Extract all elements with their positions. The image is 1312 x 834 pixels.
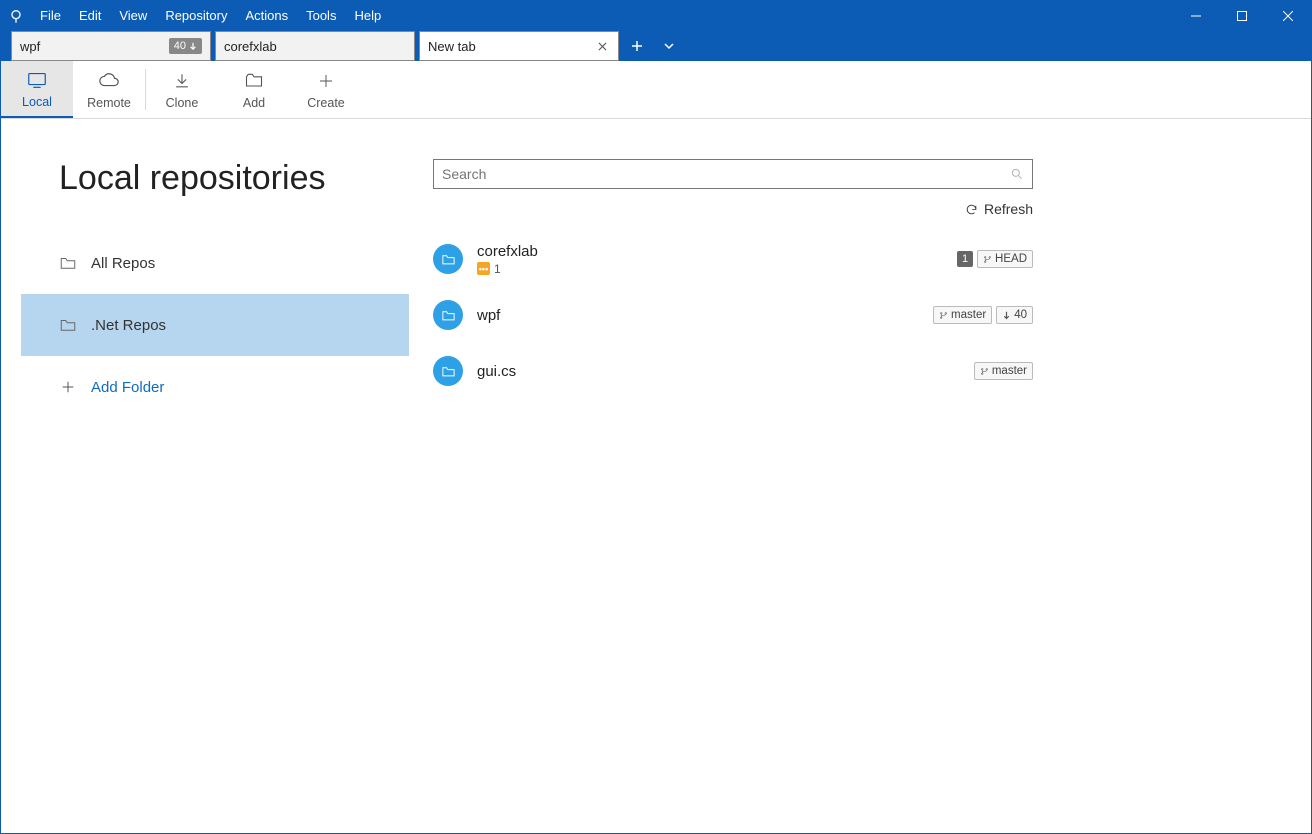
content: Local repositories All Repos .Net Repos … — [1, 119, 1311, 833]
arrow-down-icon — [189, 42, 197, 50]
cloud-icon — [98, 70, 120, 92]
repo-name: corefxlab — [477, 243, 538, 260]
window-maximize-button[interactable] — [1219, 1, 1265, 31]
plus-icon — [59, 378, 77, 396]
menu-file[interactable]: File — [31, 1, 70, 31]
toolbar-label: Remote — [87, 96, 131, 110]
tab-dropdown-button[interactable] — [655, 31, 683, 61]
toolbar: Local Remote Clone Add Create — [1, 61, 1311, 119]
refresh-button[interactable]: Refresh — [433, 201, 1033, 217]
menu-actions[interactable]: Actions — [236, 1, 297, 31]
branch-icon — [939, 311, 948, 320]
branch-tag[interactable]: master — [933, 306, 992, 324]
search-icon — [1010, 167, 1024, 181]
titlebar: File Edit View Repository Actions Tools … — [1, 1, 1311, 31]
pending-count-badge: 1 — [957, 251, 973, 267]
repo-row-corefxlab[interactable]: corefxlab ••• 1 1 HEAD — [433, 231, 1033, 287]
toolbar-add-button[interactable]: Add — [218, 61, 290, 118]
folder-list: All Repos .Net Repos Add Folder — [21, 232, 409, 418]
folder-icon — [59, 316, 77, 334]
sidebar: Local repositories All Repos .Net Repos … — [21, 159, 409, 813]
repo-folder-icon — [433, 356, 463, 386]
sidebar-item-label: .Net Repos — [91, 317, 166, 334]
repo-folder-icon — [433, 300, 463, 330]
menu-view[interactable]: View — [110, 1, 156, 31]
sidebar-item-label: All Repos — [91, 255, 155, 272]
window-minimize-button[interactable] — [1173, 1, 1219, 31]
stash-icon: ••• — [477, 262, 490, 275]
caret-down-icon — [663, 40, 675, 52]
refresh-icon — [965, 203, 978, 216]
repo-tags: 1 HEAD — [957, 250, 1033, 268]
app-logo-icon — [1, 1, 31, 31]
tab-new[interactable]: New tab — [419, 31, 619, 61]
toolbar-clone-button[interactable]: Clone — [146, 61, 218, 118]
tab-label: New tab — [428, 39, 476, 54]
refresh-label: Refresh — [984, 201, 1033, 217]
main-panel: Refresh corefxlab ••• 1 1 HEAD — [433, 159, 1033, 813]
menu-help[interactable]: Help — [345, 1, 390, 31]
repo-row-guics[interactable]: gui.cs master — [433, 343, 1033, 399]
toolbar-local-button[interactable]: Local — [1, 61, 73, 118]
plus-icon — [315, 70, 337, 92]
toolbar-remote-button[interactable]: Remote — [73, 61, 145, 118]
arrow-down-icon — [1002, 311, 1011, 320]
branch-tag[interactable]: master — [974, 362, 1033, 380]
sidebar-item-label: Add Folder — [91, 379, 164, 396]
repo-tags: master — [974, 362, 1033, 380]
window-controls — [1173, 1, 1311, 31]
tab-wpf[interactable]: wpf 40 — [11, 31, 211, 61]
tab-strip: wpf 40 corefxlab New tab — [1, 31, 1311, 61]
repo-info: corefxlab ••• 1 — [477, 243, 538, 276]
folder-icon — [59, 254, 77, 272]
tab-label: wpf — [20, 39, 40, 54]
tab-close-button[interactable] — [594, 38, 610, 54]
repo-name: wpf — [477, 307, 500, 324]
sidebar-item-all-repos[interactable]: All Repos — [21, 232, 409, 294]
plus-icon — [631, 40, 643, 52]
close-icon — [598, 42, 607, 51]
toolbar-label: Create — [307, 96, 345, 110]
menu-repository[interactable]: Repository — [156, 1, 236, 31]
repo-info: wpf — [477, 307, 500, 324]
toolbar-label: Clone — [166, 96, 199, 110]
search-input[interactable] — [442, 166, 1010, 182]
branch-icon — [983, 255, 992, 264]
monitor-icon — [26, 69, 48, 91]
repo-info: gui.cs — [477, 363, 516, 380]
folder-open-icon — [243, 70, 265, 92]
search-box[interactable] — [433, 159, 1033, 189]
repo-stash-indicator: ••• 1 — [477, 262, 538, 276]
tab-corefxlab[interactable]: corefxlab — [215, 31, 415, 61]
toolbar-create-button[interactable]: Create — [290, 61, 362, 118]
toolbar-label: Add — [243, 96, 265, 110]
repo-name: gui.cs — [477, 363, 516, 380]
toolbar-label: Local — [22, 95, 52, 109]
tab-label: corefxlab — [224, 39, 277, 54]
page-title: Local repositories — [59, 159, 409, 198]
window-close-button[interactable] — [1265, 1, 1311, 31]
branch-icon — [980, 367, 989, 376]
sidebar-item-net-repos[interactable]: .Net Repos — [21, 294, 409, 356]
branch-tag[interactable]: HEAD — [977, 250, 1033, 268]
repo-row-wpf[interactable]: wpf master 40 — [433, 287, 1033, 343]
behind-tag[interactable]: 40 — [996, 306, 1033, 324]
sidebar-add-folder[interactable]: Add Folder — [21, 356, 409, 418]
menu-edit[interactable]: Edit — [70, 1, 110, 31]
tab-behind-badge: 40 — [169, 38, 202, 54]
menu-bar: File Edit View Repository Actions Tools … — [31, 1, 390, 31]
tab-add-button[interactable] — [623, 31, 651, 61]
menu-tools[interactable]: Tools — [297, 1, 345, 31]
repo-tags: master 40 — [933, 306, 1033, 324]
repo-folder-icon — [433, 244, 463, 274]
download-icon — [171, 70, 193, 92]
